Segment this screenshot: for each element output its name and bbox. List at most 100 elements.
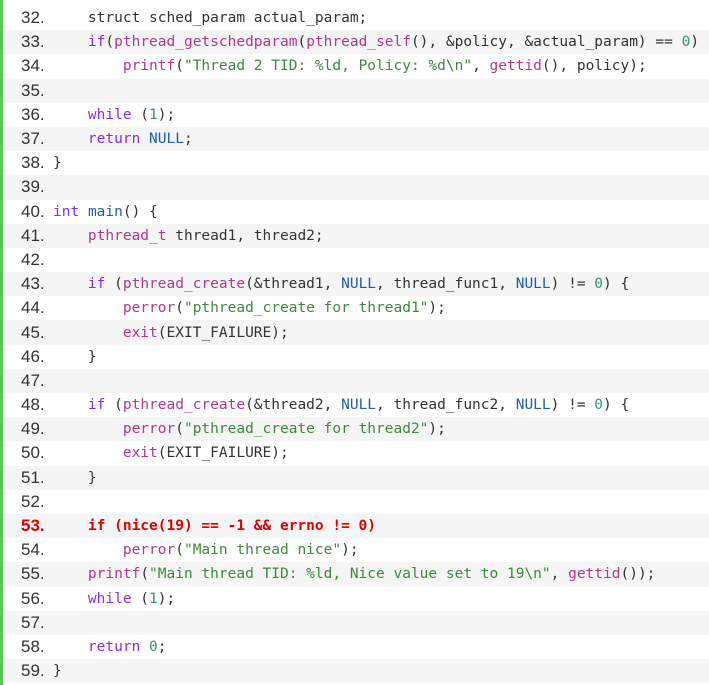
code-token: perror bbox=[122, 542, 176, 559]
code-text: if(pthread_getschedparam(pthread_self(),… bbox=[53, 34, 699, 50]
line-number: 47. bbox=[21, 370, 45, 390]
code-line: 42. bbox=[3, 248, 709, 272]
code-token: return bbox=[87, 131, 141, 148]
line-number: 49. bbox=[21, 419, 45, 439]
line-number: 59. bbox=[21, 661, 45, 681]
code-token: 0 bbox=[594, 397, 604, 414]
code-token: pthread_self bbox=[306, 34, 411, 51]
code-text: } bbox=[53, 155, 62, 171]
code-line: 59.} bbox=[3, 659, 709, 684]
code-line: 40. int main() { bbox=[3, 200, 709, 224]
line-number: 46. bbox=[21, 346, 45, 366]
code-token: ( bbox=[105, 276, 123, 293]
code-token: (&thread1, bbox=[245, 276, 342, 293]
line-number: 54. bbox=[21, 540, 45, 560]
code-token: NULL bbox=[149, 131, 184, 148]
code-token: printf bbox=[122, 58, 176, 75]
code-text: perror("pthread_create for thread1"); bbox=[53, 300, 446, 316]
code-token: } bbox=[53, 469, 97, 486]
code-line: 34. printf("Thread 2 TID: %ld, Policy: %… bbox=[3, 54, 709, 78]
code-token: pthread_getschedparam bbox=[114, 34, 298, 51]
code-token: ; bbox=[157, 638, 167, 655]
line-number: 51. bbox=[21, 467, 45, 487]
line-number: 57. bbox=[21, 612, 45, 632]
code-token: 0 bbox=[149, 638, 158, 655]
code-token: , thread_func1, bbox=[376, 276, 516, 293]
code-line: 55. printf("Main thread TID: %ld, Nice v… bbox=[3, 562, 709, 587]
code-token: 0 bbox=[681, 34, 691, 51]
code-line: 56. while (1); bbox=[3, 587, 709, 611]
code-line: 47. bbox=[3, 368, 709, 393]
code-token: ); bbox=[157, 590, 176, 607]
code-line: 46. } bbox=[3, 345, 709, 369]
line-number: 38. bbox=[21, 153, 45, 173]
code-token: ()); bbox=[620, 566, 656, 583]
code-token: NULL bbox=[341, 397, 377, 414]
code-line: 33. if(pthread_getschedparam(pthread_sel… bbox=[3, 30, 709, 55]
code-line: 58. return 0; bbox=[3, 635, 709, 659]
code-token: } bbox=[53, 663, 62, 680]
code-line: 44. perror("pthread_create for thread1")… bbox=[3, 296, 709, 320]
code-token: gettid bbox=[568, 566, 621, 583]
code-text: struct sched_param actual_param; bbox=[53, 10, 367, 26]
code-text: while (1); bbox=[53, 107, 175, 123]
code-token: ( bbox=[175, 421, 184, 438]
code-token: (&thread2, bbox=[245, 397, 342, 414]
code-line: 45. exit(EXIT_FAILURE); bbox=[3, 320, 709, 345]
code-token: ) bbox=[690, 34, 700, 51]
line-number: 33. bbox=[21, 32, 45, 52]
code-token: pthread_create bbox=[122, 397, 246, 414]
code-token: ; bbox=[183, 131, 193, 148]
code-token: exit bbox=[122, 324, 158, 341]
line-number: 36. bbox=[21, 104, 45, 124]
line-number: 53. bbox=[21, 516, 45, 536]
code-text: if (nice(19) == -1 && errno != 0) bbox=[53, 518, 376, 534]
code-token: 0 bbox=[594, 276, 604, 293]
code-token: return bbox=[87, 638, 141, 655]
code-token: ( bbox=[105, 34, 115, 51]
code-token: perror bbox=[122, 421, 176, 438]
code-token: ( bbox=[131, 590, 150, 607]
line-number: 32. bbox=[21, 8, 45, 28]
code-line: 50. exit(EXIT_FAILURE); bbox=[3, 441, 709, 465]
line-number: 58. bbox=[21, 636, 45, 656]
code-token: NULL bbox=[515, 397, 551, 414]
code-text: } bbox=[53, 470, 97, 486]
code-token: struct sched_param actual_param; bbox=[87, 10, 368, 27]
code-token: NULL bbox=[515, 276, 551, 293]
code-token: 1 bbox=[149, 106, 158, 123]
code-token: } bbox=[53, 155, 62, 172]
code-token: , bbox=[550, 566, 569, 583]
code-token: ( bbox=[175, 300, 184, 317]
code-token: , thread_func2, bbox=[376, 397, 516, 414]
code-text: if (pthread_create(&thread1, NULL, threa… bbox=[53, 276, 629, 292]
line-number: 35. bbox=[21, 80, 45, 100]
code-token: if bbox=[87, 276, 106, 293]
code-token: pthread_t bbox=[87, 227, 167, 244]
line-number: 44. bbox=[21, 298, 45, 318]
code-line: 48. if (pthread_create(&thread2, NULL, t… bbox=[3, 393, 709, 417]
code-token: ); bbox=[341, 542, 359, 559]
code-token: while bbox=[87, 590, 132, 607]
code-token: ( bbox=[297, 34, 307, 51]
code-token: while bbox=[87, 106, 132, 123]
code-line: 49. perror("pthread_create for thread2")… bbox=[3, 417, 709, 442]
code-token: () { bbox=[122, 203, 158, 220]
code-token: int bbox=[53, 203, 80, 220]
code-token: "Thread 2 TID: %ld, Policy: %d\n" bbox=[183, 58, 473, 75]
code-token: perror bbox=[122, 300, 176, 317]
code-text: perror("Main thread nice"); bbox=[53, 542, 359, 558]
code-line: 54. perror("Main thread nice"); bbox=[3, 538, 709, 562]
code-text: pthread_t thread1, thread2; bbox=[53, 228, 324, 244]
code-token: (), &policy, &actual_param) == bbox=[410, 34, 682, 51]
